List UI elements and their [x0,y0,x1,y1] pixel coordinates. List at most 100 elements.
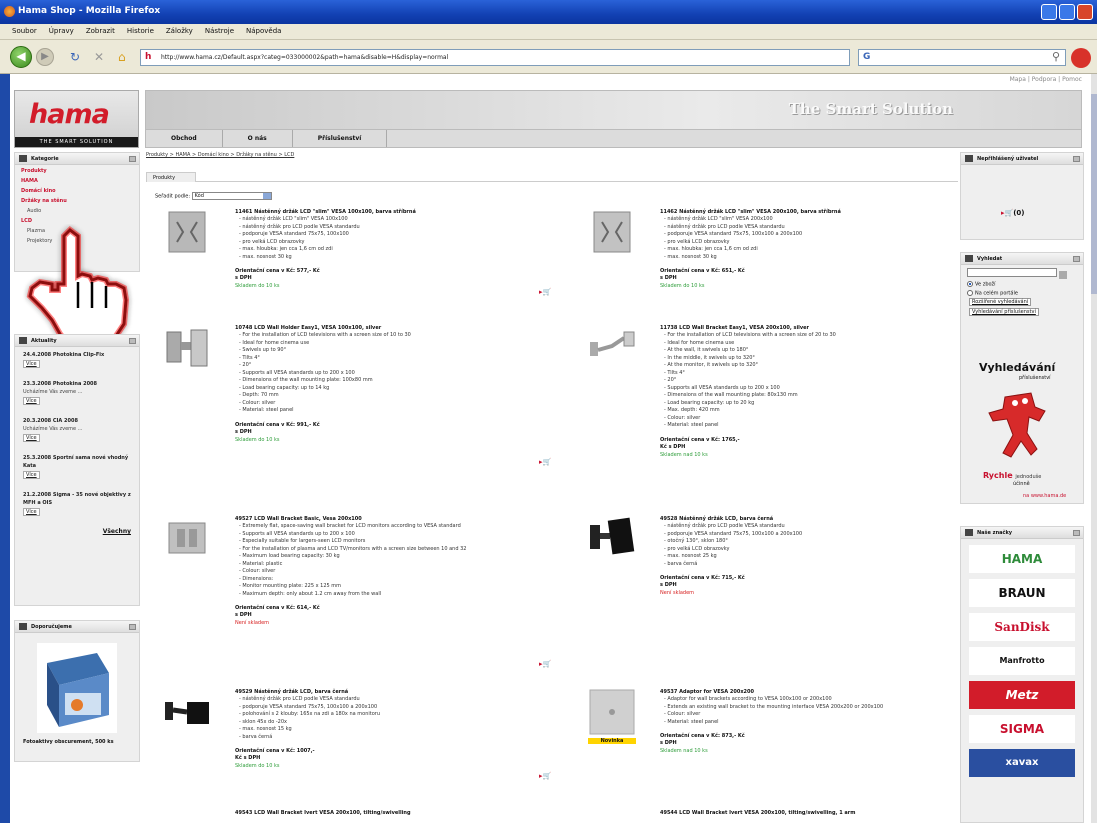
category-item[interactable]: Audio [21,208,139,214]
product-image[interactable] [163,688,211,736]
menu-edit[interactable]: Úpravy [49,27,74,39]
accessory-search-link[interactable]: Vyhledávání příslušenství [969,308,1039,316]
menu-view[interactable]: Zobrazit [86,27,115,39]
product-image[interactable] [163,515,211,563]
product-image[interactable] [588,324,636,372]
close-button[interactable] [1077,4,1093,20]
brand-logo-braun[interactable]: BRAUN [969,579,1075,607]
product-image[interactable] [588,515,636,563]
brand-logo-xavax[interactable]: xavax [969,749,1075,777]
news-all-link[interactable]: Všechny [23,528,131,535]
menu-help[interactable]: Nápověda [246,27,281,39]
brand-logo-sigma[interactable]: SIGMA [969,715,1075,743]
news-title[interactable]: 23.3.2008 Photokina 2008 [23,380,131,388]
add-to-cart-button[interactable]: ▸🛒 [539,772,555,784]
tab-about[interactable]: O nás [223,130,293,147]
product-name[interactable]: 10748 LCD Wall Holder Easy1, VESA 100x10… [235,324,535,332]
search-input[interactable] [967,268,1057,277]
menu-bookmarks[interactable]: Záložky [166,27,193,39]
minimize-icon[interactable] [1073,530,1080,536]
forward-button[interactable]: ▶ [36,48,54,66]
search-option-products[interactable]: Ve zboží [967,281,1083,288]
product-image[interactable] [588,688,636,736]
product-features: Extremely flat, space-saving wall bracke… [235,523,535,598]
menu-file[interactable]: Soubor [12,27,37,39]
page-scrollbar[interactable] [1091,74,1097,823]
category-item[interactable]: Domácí kino [21,188,139,194]
minimize-button[interactable] [1041,4,1057,20]
product-name[interactable]: 11738 LCD Wall Bracket Easy1, VESA 200x1… [660,324,960,332]
promo-caption[interactable]: Fotoaktivy obscurement, 500 ks [23,739,133,745]
sort-select[interactable]: Kód [191,192,272,200]
brand-logo-metz[interactable]: Metz [969,681,1075,709]
news-more-link[interactable]: Více [23,508,40,516]
top-links[interactable]: Mapa | Podpora | Pomoc [1010,76,1082,83]
minimize-icon[interactable] [129,156,136,162]
search-header: Vyhledat [961,253,1083,265]
add-to-cart-button[interactable]: ▸🛒 [539,660,555,672]
site-favicon: h [145,52,152,62]
news-title[interactable]: 21.2.2008 Sigma - 35 nové objektivy z MF… [23,491,131,507]
news-more-link[interactable]: Více [23,360,40,368]
search-bar[interactable]: G [858,49,1066,66]
breadcrumb[interactable]: Produkty > HAMA > Domácí kino > Držáky n… [146,152,294,158]
product-name[interactable]: 49527 LCD Wall Bracket Basic, Vesa 200x1… [235,515,535,523]
advanced-search-link[interactable]: Rozšířené vyhledávání [969,298,1032,306]
reload-icon[interactable]: ↻ [70,50,80,64]
product-features: For the installation of LCD televisions … [660,332,960,430]
maximize-button[interactable] [1059,4,1075,20]
product-image[interactable] [163,208,211,256]
news-more-link[interactable]: Více [23,471,40,479]
product-image[interactable] [163,324,211,372]
category-item[interactable]: Produkty [21,168,139,174]
back-button[interactable]: ◀ [10,46,32,68]
search-submit-button[interactable] [1059,271,1068,279]
news-title[interactable]: 24.4.2008 Photokina Clip-Fix [23,351,131,359]
brand-logo-sandisk[interactable]: SanDisk [969,613,1075,641]
tab-shop[interactable]: Obchod [146,130,223,147]
mascot-image[interactable] [985,387,1055,477]
product-name[interactable]: 49528 Nástěnný držák LCD, barva černá [660,515,960,523]
brand-logo-manfrotto[interactable]: Manfrotto [969,647,1075,675]
search-icon [965,255,973,262]
minimize-icon[interactable] [1073,256,1080,262]
menu-history[interactable]: Historie [127,27,154,39]
add-to-cart-button[interactable]: ▸🛒 [539,458,555,470]
add-to-cart-button[interactable]: ▸🛒 [539,288,555,300]
stop-icon[interactable]: ✕ [94,50,104,64]
minimize-icon[interactable] [129,338,136,344]
hama-logo[interactable]: hama THE SMART SOLUTION [14,90,139,148]
window-titlebar: Hama Shop - Mozilla Firefox [0,0,1097,24]
tab-accessories[interactable]: Příslušenství [293,130,388,147]
news-more-link[interactable]: Více [23,397,40,405]
home-icon[interactable]: ⌂ [118,50,126,64]
product-features: nástěnný držák LCD "slim" VESA 200x100ná… [660,216,960,261]
tab-products[interactable]: Produkty [146,172,197,182]
product-name[interactable]: 49537 Adaptor for VESA 200x200 [660,688,960,696]
search-option-portal[interactable]: Na celém portále [967,289,1083,296]
product-name[interactable]: 11462 Nástěnný držák LCD "slim" VESA 200… [660,208,960,216]
product-name[interactable]: 11461 Nástěnný držák LCD "slim" VESA 100… [235,208,535,216]
promo-product-image[interactable] [37,643,117,733]
category-item[interactable]: HAMA [21,178,139,184]
minimize-icon[interactable] [129,624,136,630]
header-banner: The Smart Solution [145,90,1082,130]
promo-url[interactable]: na www.hama.de [1023,493,1066,499]
category-item[interactable]: Držáky na stěnu [21,198,139,204]
news-more-link[interactable]: Více [23,434,40,442]
product-image[interactable] [588,208,636,256]
product-name[interactable]: 49529 Nástěnný držák LCD, barva černá [235,688,535,696]
main-tabs: Obchod O nás Příslušenství [145,130,1082,148]
news-title[interactable]: 20.3.2008 CIA 2008 [23,417,131,425]
menu-tools[interactable]: Nástroje [205,27,234,39]
minimize-icon[interactable] [1073,156,1080,162]
cart-widget[interactable]: ▸🛒(0) [1001,209,1025,217]
product-name[interactable]: 49543 LCD Wall Bracket Ivert VESA 200x10… [235,810,411,816]
firefox-icon [4,6,15,17]
search-go-icon[interactable]: ⚲ [1052,50,1060,63]
brand-logo-hama[interactable]: HAMA [969,545,1075,573]
adblock-icon[interactable] [1071,48,1091,68]
news-title[interactable]: 25.3.2008 Sportní sama nové vhodný Kata [23,454,131,470]
product-name[interactable]: 49544 LCD Wall Bracket Ivert VESA 200x10… [660,810,855,816]
url-bar[interactable]: h http://www.hama.cz/Default.aspx?categ=… [140,49,850,66]
